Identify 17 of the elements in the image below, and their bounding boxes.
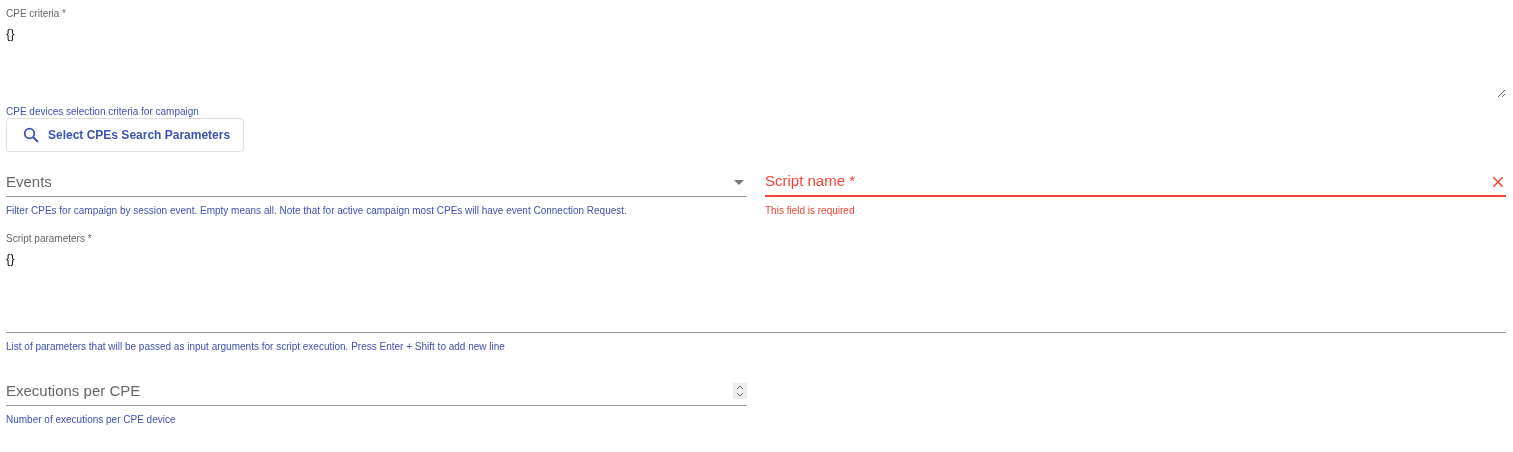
executions-field[interactable]: Executions per CPE bbox=[6, 379, 733, 403]
search-parameters-button[interactable]: Select CPEs Search Parameters bbox=[6, 118, 245, 152]
script-name-field[interactable]: Script name * bbox=[765, 170, 1493, 193]
close-icon[interactable] bbox=[1493, 176, 1503, 187]
hint-text: CPE devices selection criteria for campaign bbox=[6, 106, 200, 118]
field-label: Script parameters * bbox=[6, 233, 93, 245]
hint-text: List of parameters that will be passed as input arguments for script execution. Press Enter + Shift to add new line bbox=[6, 341, 506, 353]
spinner-icon[interactable] bbox=[733, 383, 747, 399]
error-message: This field is required bbox=[765, 205, 856, 217]
parameters-textarea[interactable]: {} bbox=[6, 245, 1506, 333]
field-label: CPE criteria * bbox=[6, 8, 67, 20]
hint-text: Number of executions per CPE device bbox=[6, 414, 177, 426]
criteria-textarea[interactable]: {} bbox=[6, 20, 1506, 98]
hint-text: Filter CPEs for campaign by session event. Empty means all. Note that for active campaign most CPEs will have event Connection Request. bbox=[6, 205, 628, 217]
dropdown-caret-icon bbox=[734, 179, 744, 185]
search-icon bbox=[23, 127, 39, 143]
events-dropdown[interactable]: Events bbox=[6, 170, 734, 194]
